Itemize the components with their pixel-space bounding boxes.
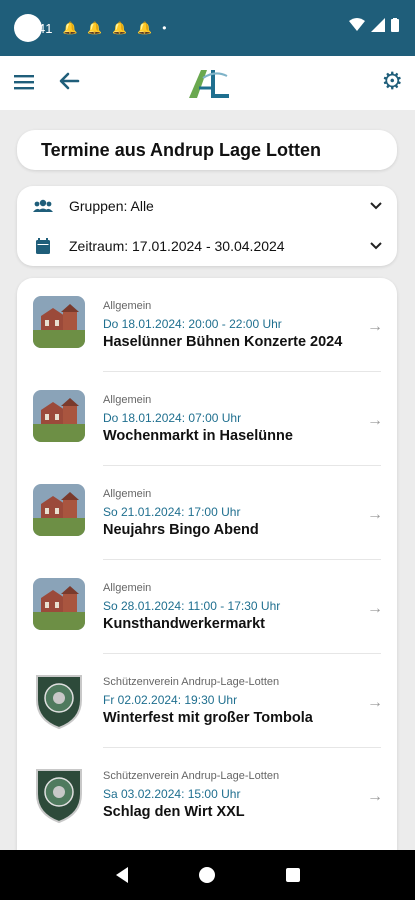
club-badge-icon: [33, 764, 85, 824]
arrow-right-icon: →: [367, 788, 383, 805]
arrow-right-icon: →: [367, 694, 383, 711]
event-category: Allgemein: [103, 488, 152, 500]
chevron-down-icon: [370, 202, 382, 210]
arrow-right-icon: →: [367, 318, 383, 335]
club-badge-icon: [33, 670, 85, 730]
event-title: Wochenmarkt in Haselünne: [103, 428, 293, 444]
gear-icon: ⚙: [381, 68, 403, 95]
bell-icon: 🔔: [87, 21, 103, 35]
event-date: So 21.01.2024: 17:00 Uhr: [103, 505, 241, 519]
event-title: Kunsthandwerkermarkt: [103, 616, 265, 632]
event-date: Fr 02.02.2024: 19:30 Uhr: [103, 693, 238, 707]
event-list-item[interactable]: Allgemein So 28.01.2024: 11:00 - 17:30 U…: [17, 560, 397, 654]
nav-recents-button[interactable]: [285, 868, 300, 882]
event-list-item[interactable]: Allgemein Do 18.01.2024: 07:00 Uhr Woche…: [17, 372, 397, 466]
event-date: Sa 03.02.2024: 15:00 Uhr: [103, 787, 241, 801]
event-category: Schützenverein Andrup-Lage-Lotten: [103, 770, 280, 782]
event-date: So 28.01.2024: 11:00 - 17:30 Uhr: [103, 599, 281, 613]
status-time: 41: [38, 20, 53, 36]
event-category: Schützenverein Andrup-Lage-Lotten: [103, 676, 280, 688]
event-list-item[interactable]: Allgemein Do 18.01.2024: 20:00 - 22:00 U…: [17, 278, 397, 372]
event-category: Allgemein: [103, 300, 152, 312]
wifi-icon: [349, 18, 365, 31]
period-filter-label: Zeitraum: 17.01.2024 - 30.04.2024: [69, 238, 285, 254]
signal-icon: [371, 18, 385, 32]
event-date: Do 18.01.2024: 07:00 Uhr: [103, 411, 242, 425]
event-list-item[interactable]: Schützenverein Andrup-Lage-Lotten Fr 02.…: [17, 654, 397, 748]
event-list-item[interactable]: Schützenverein Andrup-Lage-Lotten Sa 03.…: [17, 748, 397, 842]
event-title: Schlag den Wirt XXL: [103, 804, 245, 820]
arrow-right-icon: →: [367, 600, 383, 617]
event-list-item[interactable]: Allgemein So 21.01.2024: 17:00 Uhr Neuja…: [17, 466, 397, 560]
back-button[interactable]: [58, 70, 80, 94]
menu-button[interactable]: [14, 72, 34, 92]
settings-button[interactable]: ⚙: [381, 70, 403, 94]
arrow-right-icon: →: [367, 412, 383, 429]
bell-icon: 🔔: [62, 21, 78, 35]
nav-home-button[interactable]: [198, 867, 215, 883]
filter-card: Gruppen: Alle Zeitraum: 17.01.2024 - 30.…: [17, 186, 397, 266]
period-filter[interactable]: Zeitraum: 17.01.2024 - 30.04.2024: [17, 226, 397, 266]
chevron-down-icon: [370, 242, 382, 250]
groups-filter-label: Gruppen: Alle: [69, 198, 154, 214]
bell-icon: 🔔: [112, 21, 128, 35]
arrow-right-icon: →: [367, 506, 383, 523]
hamburger-icon: [14, 75, 34, 90]
nav-back-button[interactable]: [115, 867, 128, 883]
event-date: Do 18.01.2024: 20:00 - 22:00 Uhr: [103, 317, 282, 331]
event-category: Allgemein: [103, 394, 152, 406]
group-icon: [33, 199, 53, 212]
event-image: [33, 390, 85, 442]
event-image: [33, 296, 85, 348]
event-title: Winterfest mit großer Tombola: [103, 710, 313, 726]
event-list: Allgemein Do 18.01.2024: 20:00 - 22:00 U…: [17, 278, 397, 878]
groups-filter[interactable]: Gruppen: Alle: [17, 186, 397, 226]
status-bar: 41 🔔 🔔 🔔 🔔 •: [0, 0, 415, 56]
calendar-icon: [36, 238, 50, 254]
event-image: [33, 484, 85, 536]
page-title: Termine aus Andrup Lage Lotten: [17, 130, 397, 170]
system-nav-bar: [0, 850, 415, 900]
event-category: Allgemein: [103, 582, 152, 594]
event-title: Haselünner Bühnen Konzerte 2024: [103, 334, 343, 350]
arrow-left-icon: [59, 72, 80, 90]
status-dot: •: [162, 21, 167, 35]
event-title: Neujahrs Bingo Abend: [103, 522, 259, 538]
bell-icon: 🔔: [137, 21, 153, 35]
event-image: [33, 578, 85, 630]
app-bar: ⚙: [0, 56, 415, 110]
battery-icon: [391, 18, 399, 32]
app-logo: [185, 66, 231, 100]
